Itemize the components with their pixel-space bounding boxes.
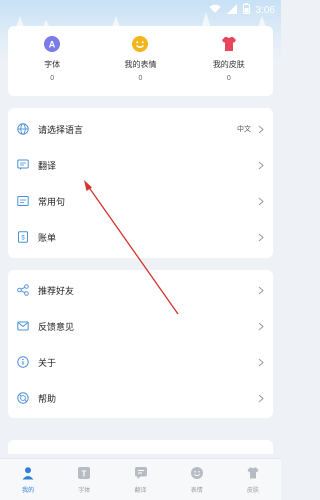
menu-label: 翻译 [38, 161, 57, 172]
menu-label: 请选择语言 [38, 125, 84, 136]
chevron-right-icon [257, 393, 265, 403]
help-icon [16, 392, 29, 405]
stat-skins[interactable]: 我的皮肤 0 [185, 26, 273, 96]
person-icon [20, 465, 36, 481]
menu-item-feedback[interactable]: 反馈意见 [8, 308, 273, 344]
smiley-icon [131, 35, 149, 53]
status-bar: 3:06 [0, 0, 281, 20]
tab-mine[interactable]: 我的 [0, 459, 56, 500]
tab-label: 表情 [190, 487, 203, 494]
chevron-right-icon [257, 357, 265, 367]
chevron-right-icon [257, 124, 265, 134]
menu-item-phrases[interactable]: 常用句 [8, 183, 273, 219]
chevron-right-icon [257, 321, 265, 331]
stat-count: 0 [226, 75, 231, 82]
stat-emojis[interactable]: 我的表情 0 [96, 26, 184, 96]
stat-label: 我的皮肤 [212, 60, 245, 69]
translate-chat-icon [16, 159, 29, 172]
mail-icon [16, 320, 29, 333]
font-a-icon: A [43, 35, 61, 53]
translate-chat-icon [133, 465, 149, 481]
tab-label: 我的 [22, 487, 35, 494]
chevron-right-icon [257, 285, 265, 295]
partial-card [8, 440, 273, 454]
stat-count: 0 [50, 75, 55, 82]
stat-label: 字体 [44, 60, 61, 69]
menu-item-language[interactable]: 请选择语言 中文 [8, 111, 273, 147]
support-menu-card: 推荐好友 反馈意见 关于 帮助 [8, 270, 273, 418]
menu-label: 帮助 [38, 394, 57, 405]
globe-icon [16, 123, 29, 136]
tab-label: 皮肤 [246, 487, 259, 494]
stats-card: A 字体 0 我的表情 0 我的皮肤 0 [8, 26, 273, 96]
stat-count: 0 [138, 75, 143, 82]
bottom-tab-bar: 我的 T 字体 翻译 表情 皮肤 [0, 458, 281, 500]
signal-icon [226, 3, 237, 17]
svg-text:A: A [49, 40, 56, 50]
shirt-icon [245, 465, 261, 481]
tab-emoji[interactable]: 表情 [169, 459, 225, 500]
chevron-right-icon [257, 160, 265, 170]
menu-item-translate[interactable]: 翻译 [8, 147, 273, 183]
stat-fonts[interactable]: A 字体 0 [8, 26, 96, 96]
menu-label: 账单 [38, 233, 57, 244]
menu-label: 反馈意见 [38, 322, 75, 333]
menu-label: 常用句 [38, 197, 66, 208]
menu-item-about[interactable]: 关于 [8, 344, 273, 380]
wifi-icon [209, 4, 221, 17]
tab-skins[interactable]: 皮肤 [225, 459, 281, 500]
bill-icon: $ [16, 231, 29, 244]
menu-item-bill[interactable]: $ 账单 [8, 219, 273, 255]
stat-label: 我的表情 [124, 60, 157, 69]
tab-translate[interactable]: 翻译 [112, 459, 168, 500]
chevron-right-icon [257, 232, 265, 242]
chevron-right-icon [257, 196, 265, 206]
smiley-icon [189, 465, 205, 481]
info-icon [16, 356, 29, 369]
menu-item-help[interactable]: 帮助 [8, 380, 273, 416]
menu-label: 推荐好友 [38, 286, 75, 297]
font-t-icon: T [76, 465, 92, 481]
settings-menu-card: 请选择语言 中文 翻译 常用句 $ 账单 [8, 108, 273, 258]
language-value: 中文 [237, 125, 251, 133]
shirt-icon [220, 35, 238, 53]
menu-label: 关于 [38, 358, 57, 369]
tab-label: 字体 [78, 487, 91, 494]
share-icon [16, 284, 29, 297]
svg-text:$: $ [21, 236, 25, 242]
phrase-icon [16, 195, 29, 208]
tab-label: 翻译 [134, 487, 147, 494]
status-time: 3:06 [255, 4, 275, 16]
menu-item-recommend[interactable]: 推荐好友 [8, 272, 273, 308]
svg-text:T: T [82, 470, 87, 479]
battery-icon [242, 3, 250, 17]
tab-fonts[interactable]: T 字体 [56, 459, 112, 500]
